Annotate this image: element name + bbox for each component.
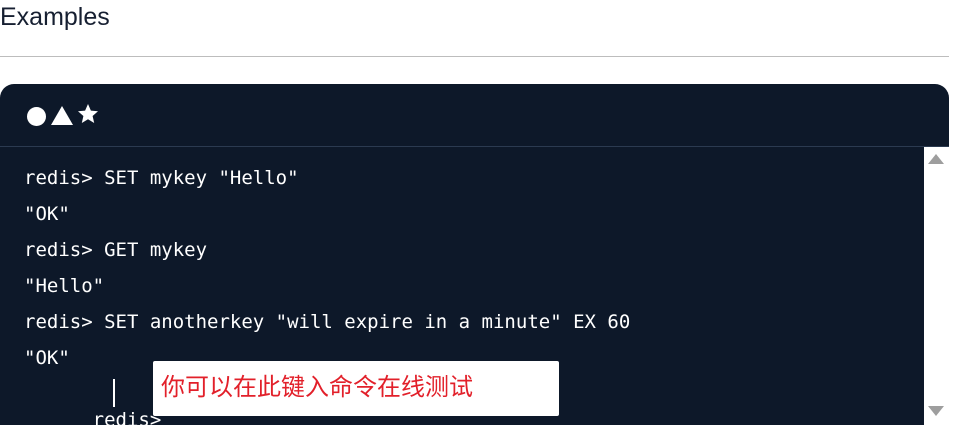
scroll-up-icon[interactable] — [928, 154, 944, 164]
text-cursor — [113, 379, 115, 407]
section-divider — [0, 56, 949, 57]
console-scrollbar[interactable] — [924, 147, 949, 425]
tooltip-text: 你可以在此键入命令在线测试 — [161, 373, 473, 401]
triangle-icon — [51, 106, 73, 125]
console-line: redis> GET mykey — [24, 239, 208, 261]
command-prompt[interactable]: redis> — [24, 381, 173, 425]
scroll-down-icon[interactable] — [928, 406, 944, 416]
console-line: "OK" — [24, 203, 70, 225]
console-line: redis> SET anotherkey "will expire in a … — [24, 311, 631, 333]
console-line: "OK" — [24, 347, 70, 369]
circle-icon — [27, 107, 46, 126]
console-line: redis> SET mykey "Hello" — [24, 167, 299, 189]
star-icon — [78, 104, 98, 123]
console-line: "Hello" — [24, 275, 105, 297]
console-header — [0, 84, 949, 147]
tooltip: 你可以在此键入命令在线测试 — [153, 361, 559, 416]
section-heading: Examples — [0, 3, 110, 31]
